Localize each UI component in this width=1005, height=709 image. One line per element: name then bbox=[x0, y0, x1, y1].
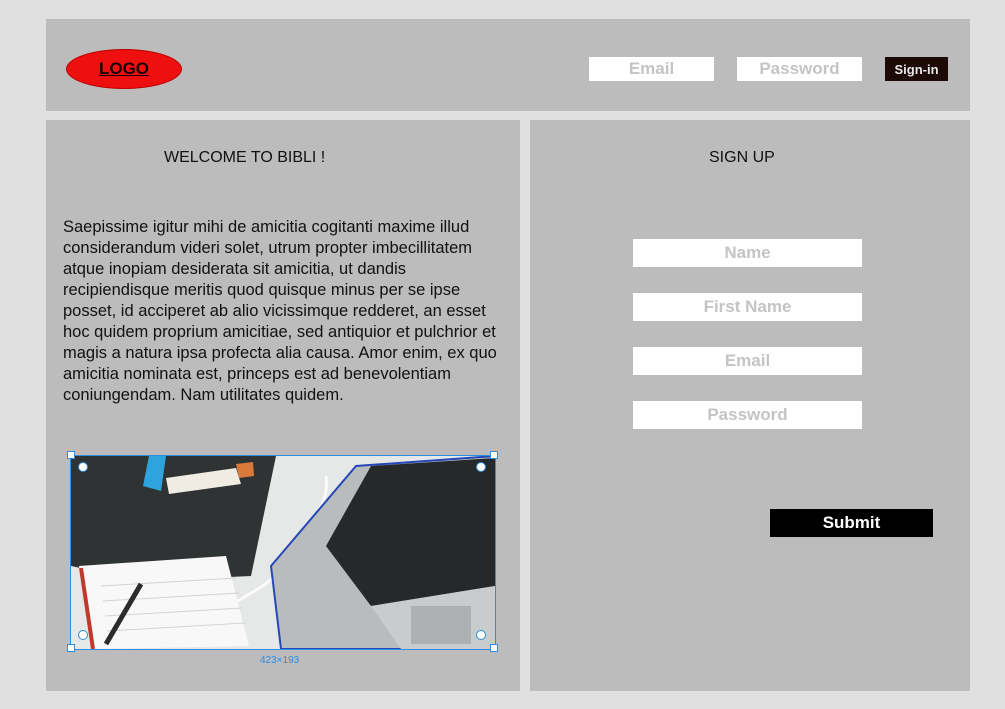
laptop-illustration bbox=[71, 456, 495, 649]
top-header: LOGO Sign-in bbox=[46, 19, 970, 111]
password-field[interactable] bbox=[633, 401, 862, 429]
logo[interactable]: LOGO bbox=[66, 49, 182, 89]
radius-handle[interactable] bbox=[476, 462, 486, 472]
radius-handle[interactable] bbox=[78, 630, 88, 640]
welcome-panel: WELCOME TO BIBLI ! Saepissime igitur mih… bbox=[46, 120, 520, 691]
resize-handle[interactable] bbox=[490, 451, 498, 459]
email-field[interactable] bbox=[633, 347, 862, 375]
first-name-field[interactable] bbox=[633, 293, 862, 321]
name-field[interactable] bbox=[633, 239, 862, 267]
radius-handle[interactable] bbox=[476, 630, 486, 640]
submit-button[interactable]: Submit bbox=[770, 509, 933, 537]
sign-in-button[interactable]: Sign-in bbox=[885, 57, 948, 81]
header-password-input[interactable] bbox=[737, 57, 862, 81]
image-dimension-label: 423×193 bbox=[260, 655, 300, 666]
laptop-notebook-photo[interactable] bbox=[70, 455, 496, 650]
resize-handle[interactable] bbox=[67, 644, 75, 652]
radius-handle[interactable] bbox=[78, 462, 88, 472]
welcome-title: WELCOME TO BIBLI ! bbox=[164, 149, 326, 166]
welcome-paragraph: Saepissime igitur mihi de amicitia cogit… bbox=[63, 218, 497, 404]
signup-title: SIGN UP bbox=[709, 149, 775, 166]
resize-handle[interactable] bbox=[490, 644, 498, 652]
header-email-input[interactable] bbox=[589, 57, 714, 81]
signup-panel: SIGN UP Submit bbox=[530, 120, 970, 691]
resize-handle[interactable] bbox=[67, 451, 75, 459]
